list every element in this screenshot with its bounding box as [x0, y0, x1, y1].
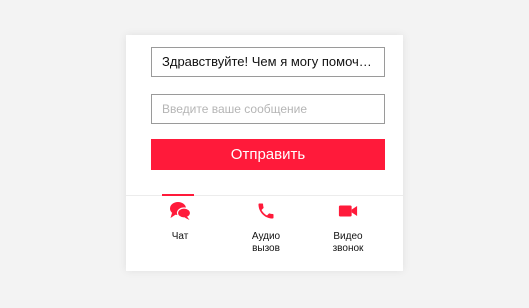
chat-bubbles-icon	[170, 202, 191, 220]
phone-icon	[258, 203, 274, 219]
active-tab-indicator	[162, 194, 194, 196]
tab-audio-call[interactable]: Аудио вызов	[231, 201, 301, 261]
video-camera-icon	[338, 205, 358, 217]
tab-chat[interactable]: Чат	[145, 201, 215, 261]
message-input[interactable]	[151, 94, 385, 124]
tab-chat-label: Чат	[171, 231, 189, 242]
tab-video-label: Видео звонок	[332, 231, 364, 254]
chat-widget: Здравствуйте! Чем я могу помочь вам? Отп…	[126, 35, 403, 271]
tab-video-call[interactable]: Видео звонок	[313, 201, 383, 261]
send-button[interactable]: Отправить	[151, 139, 385, 170]
tab-audio-label: Аудио вызов	[251, 231, 281, 254]
greeting-message: Здравствуйте! Чем я могу помочь вам?	[151, 47, 385, 77]
